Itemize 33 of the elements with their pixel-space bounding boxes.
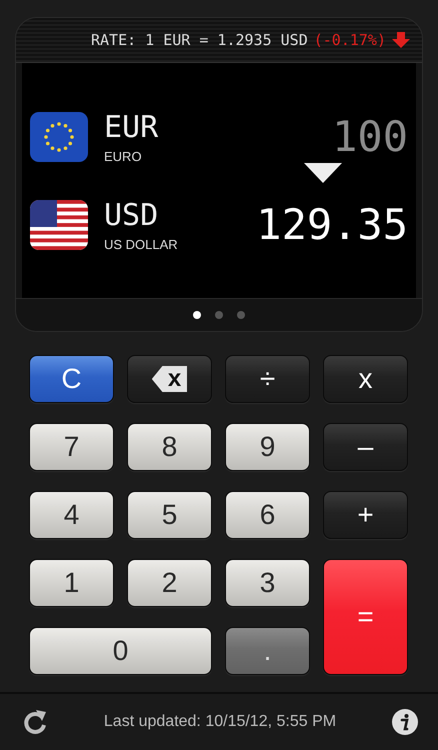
- currency-code: USD: [104, 198, 160, 232]
- rate-text: RATE: 1 EUR = 1.2935 USD: [91, 31, 308, 49]
- keypad-button[interactable]: +: [323, 491, 408, 539]
- refresh-icon[interactable]: [22, 708, 48, 736]
- keypad-button[interactable]: 5: [127, 491, 212, 539]
- amount-text: 100: [332, 112, 408, 161]
- keypad-button[interactable]: .: [225, 627, 310, 675]
- currency-name: EURO: [104, 148, 143, 164]
- down-triangle-icon: [304, 162, 342, 182]
- currency-code: EUR: [104, 110, 160, 144]
- amount-text: 129.35: [256, 200, 408, 249]
- page-dot[interactable]: [215, 311, 223, 319]
- page-dot[interactable]: [237, 311, 245, 319]
- keypad-button[interactable]: 4: [29, 491, 114, 539]
- last-updated-text: Last updated: 10/15/12, 5:55 PM: [104, 713, 336, 731]
- keypad-button[interactable]: 9: [225, 423, 310, 471]
- backspace-button[interactable]: x: [127, 355, 212, 403]
- keypad-button[interactable]: C: [29, 355, 114, 403]
- keypad-button[interactable]: 2: [127, 559, 212, 607]
- page-dot[interactable]: [193, 311, 201, 319]
- keypad-button[interactable]: =: [323, 559, 408, 675]
- info-icon[interactable]: [392, 709, 418, 735]
- keypad-button[interactable]: 6: [225, 491, 310, 539]
- keypad-button[interactable]: –: [323, 423, 408, 471]
- keypad-button[interactable]: 8: [127, 423, 212, 471]
- keypad-button[interactable]: 0: [29, 627, 212, 675]
- keypad-button[interactable]: 3: [225, 559, 310, 607]
- rate-change: (-0.17%): [314, 31, 386, 49]
- keypad-button[interactable]: 7: [29, 423, 114, 471]
- currency-name: US DOLLAR: [104, 236, 179, 252]
- keypad-button[interactable]: x: [323, 355, 408, 403]
- keypad-button[interactable]: 1: [29, 559, 114, 607]
- keypad-button[interactable]: ÷: [225, 355, 310, 403]
